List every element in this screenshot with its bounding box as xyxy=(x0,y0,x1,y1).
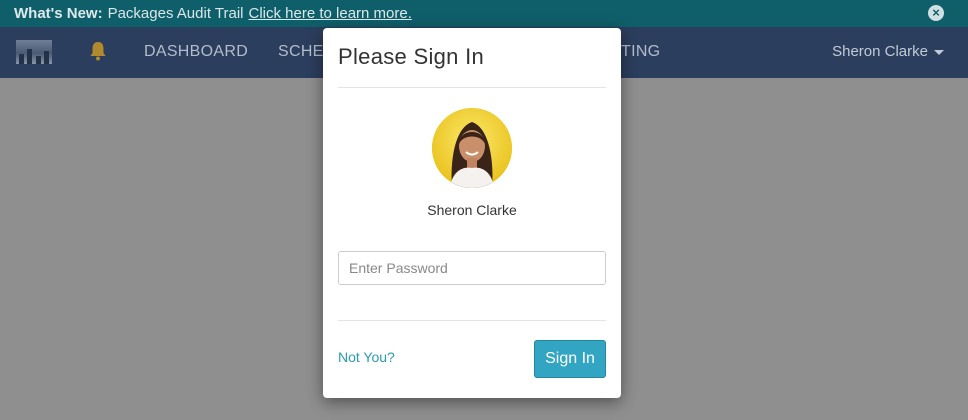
nav-dashboard[interactable]: DASHBOARD xyxy=(144,43,248,61)
avatar xyxy=(432,108,512,188)
modal-title: Please Sign In xyxy=(338,44,485,69)
nav-schedule[interactable]: SCHE xyxy=(278,43,324,61)
user-menu-label: Sheron Clarke xyxy=(832,43,928,60)
sign-in-button[interactable]: Sign In xyxy=(534,340,606,378)
announcement-label: What's New: xyxy=(14,5,103,22)
logo[interactable] xyxy=(16,40,52,64)
not-you-link[interactable]: Not You? xyxy=(338,349,395,365)
divider xyxy=(338,320,606,321)
caret-down-icon xyxy=(934,49,944,55)
sign-in-modal: Please Sign In Sheron Clarke Not You? Si… xyxy=(323,28,621,398)
divider xyxy=(338,87,606,88)
avatar-image xyxy=(432,108,512,188)
password-input[interactable] xyxy=(338,251,606,285)
close-icon[interactable]: × xyxy=(928,5,944,21)
user-name: Sheron Clarke xyxy=(427,202,517,218)
announcement-bar: What's New: Packages Audit Trail Click h… xyxy=(0,0,968,27)
user-menu[interactable]: Sheron Clarke xyxy=(832,43,944,60)
nav-reporting[interactable]: TING xyxy=(621,43,660,61)
announcement-text: Packages Audit Trail xyxy=(107,5,244,22)
bell-icon[interactable] xyxy=(89,41,107,61)
announcement-link[interactable]: Click here to learn more. xyxy=(249,5,412,22)
